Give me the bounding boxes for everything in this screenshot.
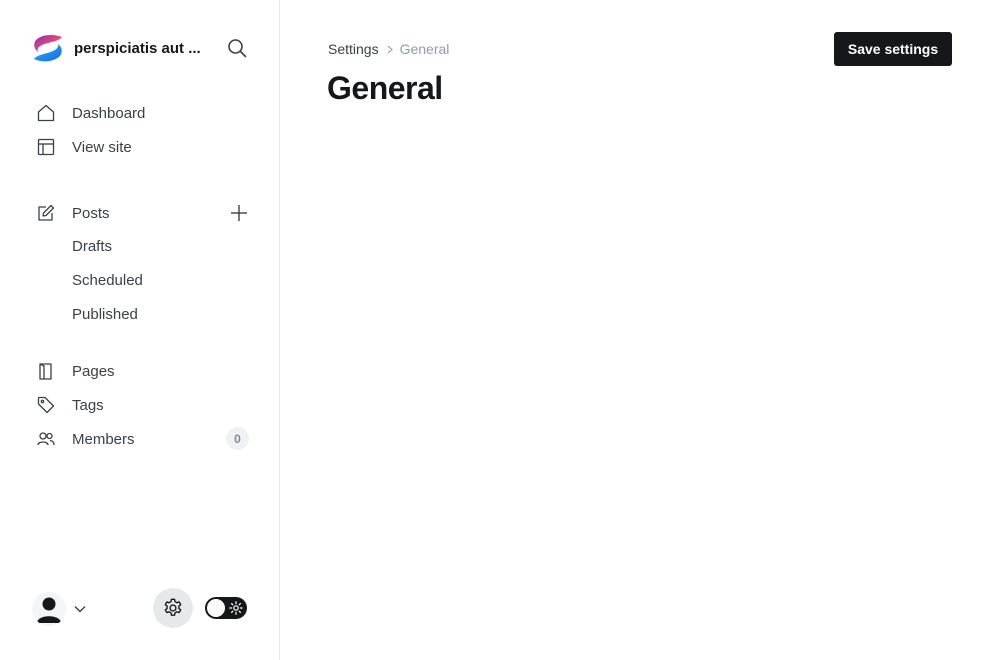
site-logo-icon bbox=[34, 35, 62, 62]
page-title: General bbox=[327, 70, 443, 106]
sidebar-item-label: Pages bbox=[72, 362, 115, 380]
settings-button[interactable] bbox=[153, 588, 193, 628]
layout-icon bbox=[36, 137, 56, 157]
breadcrumb-current: General bbox=[399, 41, 450, 57]
page-icon bbox=[36, 361, 56, 381]
plus-icon bbox=[231, 205, 247, 221]
sidebar-subitem-published[interactable]: Published bbox=[72, 303, 138, 327]
sidebar-item-label: View site bbox=[72, 138, 132, 156]
sidebar-item-tags[interactable]: Tags bbox=[36, 393, 104, 417]
search-icon bbox=[228, 39, 247, 58]
night-mode-toggle[interactable] bbox=[205, 597, 247, 619]
sidebar-item-label: Members bbox=[72, 430, 135, 448]
edit-icon bbox=[36, 203, 56, 223]
site-brand[interactable]: perspiciatis aut ... bbox=[32, 32, 209, 64]
sidebar-item-view-site[interactable]: View site bbox=[36, 135, 132, 159]
sidebar-item-posts[interactable]: Posts bbox=[36, 201, 110, 225]
members-count-badge: 0 bbox=[226, 427, 249, 450]
sidebar-subitem-drafts[interactable]: Drafts bbox=[72, 235, 112, 259]
sidebar-item-label: Posts bbox=[72, 204, 110, 222]
breadcrumb: Settings General bbox=[328, 39, 449, 59]
home-icon bbox=[36, 103, 56, 123]
gear-icon bbox=[164, 598, 182, 616]
sidebar-item-label: Tags bbox=[72, 396, 104, 414]
user-menu[interactable] bbox=[32, 592, 86, 626]
members-icon bbox=[36, 429, 56, 449]
sidebar-item-label: Dashboard bbox=[72, 104, 146, 122]
user-avatar-icon bbox=[37, 597, 61, 623]
save-settings-button[interactable]: Save settings bbox=[834, 32, 952, 66]
avatar bbox=[32, 592, 66, 626]
toggle-knob bbox=[207, 599, 225, 617]
breadcrumb-settings-link[interactable]: Settings bbox=[328, 41, 379, 57]
search-button[interactable] bbox=[225, 36, 249, 60]
sidebar-item-members[interactable]: Members bbox=[36, 427, 135, 451]
sun-icon bbox=[229, 601, 243, 615]
chevron-right-icon bbox=[387, 45, 393, 54]
chevron-down-icon bbox=[74, 605, 86, 613]
new-post-button[interactable] bbox=[228, 202, 250, 224]
sidebar-item-dashboard[interactable]: Dashboard bbox=[36, 101, 145, 125]
sidebar: perspiciatis aut ... Dashboard View site bbox=[0, 0, 280, 660]
sidebar-item-pages[interactable]: Pages bbox=[36, 359, 115, 383]
tag-icon bbox=[36, 395, 56, 415]
sidebar-subitem-scheduled[interactable]: Scheduled bbox=[72, 269, 143, 293]
site-title: perspiciatis aut ... bbox=[74, 39, 201, 57]
